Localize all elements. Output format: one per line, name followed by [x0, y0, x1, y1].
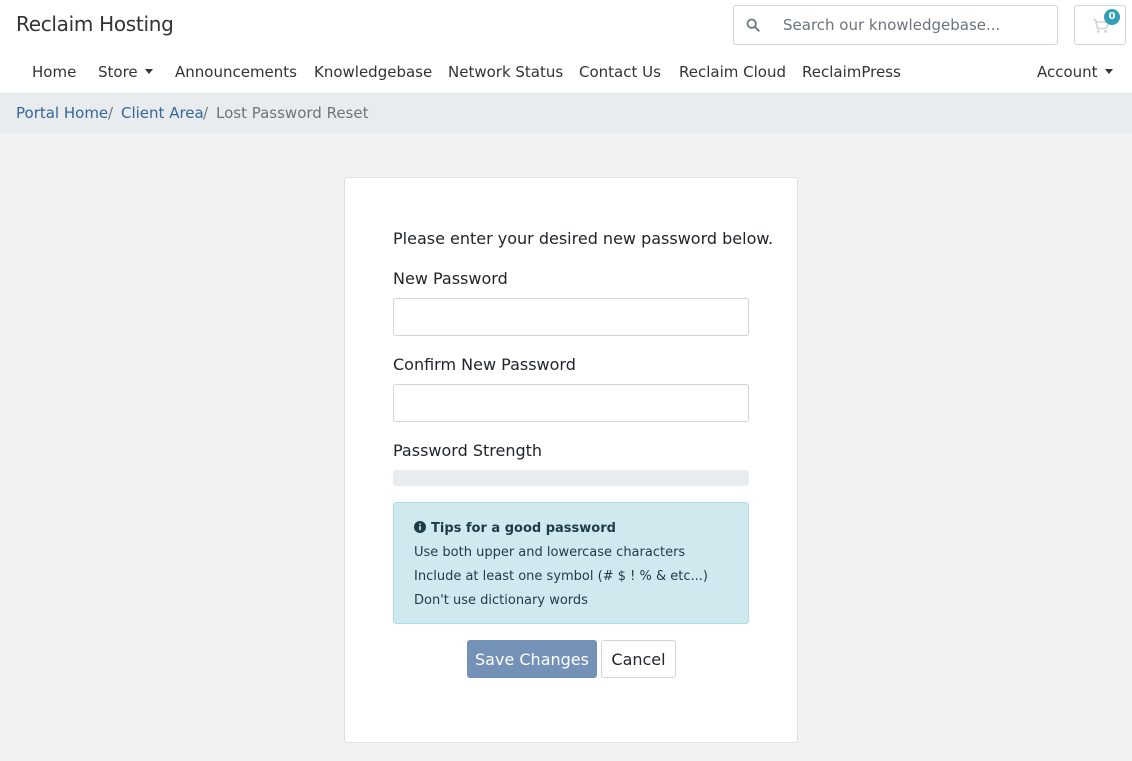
caret-down-icon	[144, 69, 153, 74]
breadcrumb: Portal Home / Client Area / Lost Passwor…	[0, 93, 1132, 133]
new-password-label: New Password	[393, 269, 508, 288]
nav-item-reclaim-cloud[interactable]: Reclaim Cloud	[679, 63, 786, 81]
breadcrumb-current-page: Lost Password Reset	[216, 104, 369, 122]
tips-title: Tips for a good password	[414, 521, 616, 536]
new-password-input[interactable]	[393, 298, 749, 336]
nav-item-home[interactable]: Home	[32, 63, 76, 81]
save-changes-button[interactable]: Save Changes	[467, 640, 597, 678]
tip-item: Don't use dictionary words	[414, 593, 588, 608]
password-strength-label: Password Strength	[393, 441, 543, 460]
cart-count-badge: 0	[1104, 9, 1120, 25]
confirm-password-input[interactable]	[393, 384, 749, 422]
info-circle-icon	[414, 521, 426, 533]
password-strength-bar	[393, 470, 749, 486]
breadcrumb-portal-home[interactable]: Portal Home	[16, 104, 108, 122]
password-reset-card: Please enter your desired new password b…	[344, 177, 798, 743]
site-logo[interactable]: Reclaim Hosting	[16, 12, 174, 36]
intro-text: Please enter your desired new password b…	[393, 229, 774, 248]
nav-item-account-label: Account	[1037, 63, 1098, 81]
tip-item: Include at least one symbol (# $ ! % & e…	[414, 569, 708, 584]
breadcrumb-client-area[interactable]: Client Area	[121, 104, 204, 122]
nav-item-reclaimpress[interactable]: ReclaimPress	[802, 63, 901, 81]
search-box[interactable]	[733, 5, 1058, 45]
nav-item-store[interactable]: Store	[98, 63, 153, 81]
search-icon	[746, 18, 760, 32]
caret-down-icon	[1104, 69, 1113, 74]
password-tips-alert: Tips for a good password Use both upper …	[393, 502, 749, 624]
tip-item: Use both upper and lowercase characters	[414, 545, 686, 560]
confirm-password-label: Confirm New Password	[393, 355, 576, 374]
breadcrumb-separator: /	[108, 104, 114, 122]
main-navigation: Home Store Announcements Knowledgebase N…	[0, 55, 1132, 93]
tips-title-text: Tips for a good password	[431, 521, 616, 536]
breadcrumb-separator: /	[203, 104, 209, 122]
nav-item-account[interactable]: Account	[1037, 63, 1113, 81]
nav-item-knowledgebase[interactable]: Knowledgebase	[314, 63, 432, 81]
nav-item-announcements[interactable]: Announcements	[175, 63, 297, 81]
cancel-button[interactable]: Cancel	[601, 640, 676, 678]
nav-item-contact-us[interactable]: Contact Us	[579, 63, 661, 81]
top-header: Reclaim Hosting 0	[0, 0, 1132, 55]
cart-button[interactable]: 0	[1074, 5, 1126, 45]
search-input[interactable]	[770, 6, 1055, 44]
nav-item-store-label: Store	[98, 63, 138, 81]
nav-item-network-status[interactable]: Network Status	[448, 63, 563, 81]
